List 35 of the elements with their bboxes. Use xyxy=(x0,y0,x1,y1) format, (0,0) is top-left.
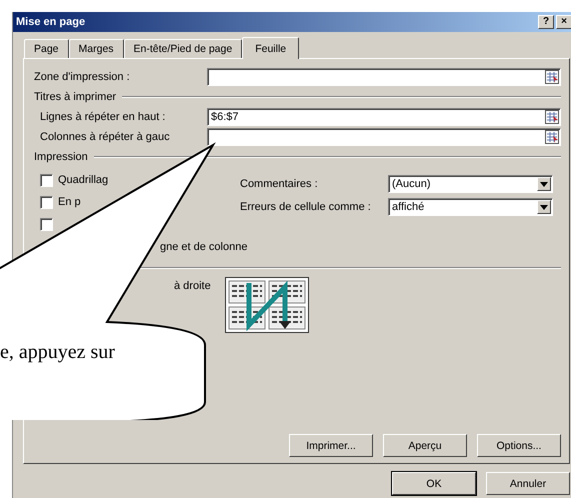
dialog-button[interactable]: Imprimer... xyxy=(289,434,373,457)
dialog-button[interactable]: Aperçu xyxy=(383,434,467,457)
checkbox[interactable] xyxy=(40,196,53,208)
tab[interactable]: Feuille xyxy=(242,37,300,59)
group-heading: Titres à imprimer xyxy=(34,91,116,103)
dropdown[interactable]: (Aucun) xyxy=(388,175,553,193)
checkbox-label: gne et de colonne xyxy=(160,241,248,253)
tab[interactable]: En-tête/Pied de page xyxy=(124,39,242,58)
dialog-button[interactable]: Options... xyxy=(477,434,561,457)
range-select-icon[interactable] xyxy=(545,70,559,84)
dialog-button[interactable]: Annuler xyxy=(486,472,570,495)
range-select-icon[interactable] xyxy=(545,130,559,144)
radio-label: à droite xyxy=(174,280,211,292)
tab[interactable]: Page xyxy=(24,39,69,58)
range-field[interactable] xyxy=(207,128,561,146)
checkbox-label: En p xyxy=(58,196,81,208)
dropdown[interactable]: affiché xyxy=(388,198,553,216)
checkbox[interactable] xyxy=(40,174,53,186)
dropdown-label: Erreurs de cellule comme : xyxy=(240,201,372,213)
callout-text: e, appuyez sur xyxy=(0,341,115,364)
group-heading: Impression xyxy=(34,151,88,163)
field-label: Lignes à répéter en haut : xyxy=(40,111,166,123)
range-field[interactable]: $6:$7 xyxy=(207,108,561,126)
dropdown-label: Commentaires : xyxy=(240,178,319,190)
field-label: Colonnes à répéter à gauc xyxy=(40,131,171,143)
checkbox[interactable] xyxy=(40,218,53,230)
dialog-button[interactable]: OK xyxy=(392,472,476,495)
range-select-icon[interactable] xyxy=(545,110,559,124)
field-label: Zone d'impression : xyxy=(34,71,131,83)
window-title: Mise en page xyxy=(16,16,86,28)
close-button[interactable]: × xyxy=(556,15,571,29)
checkbox-label: Quadrillag xyxy=(58,174,108,186)
tab[interactable]: Marges xyxy=(68,39,124,58)
print-area-field[interactable] xyxy=(207,68,561,86)
help-button[interactable]: ? xyxy=(538,15,554,29)
